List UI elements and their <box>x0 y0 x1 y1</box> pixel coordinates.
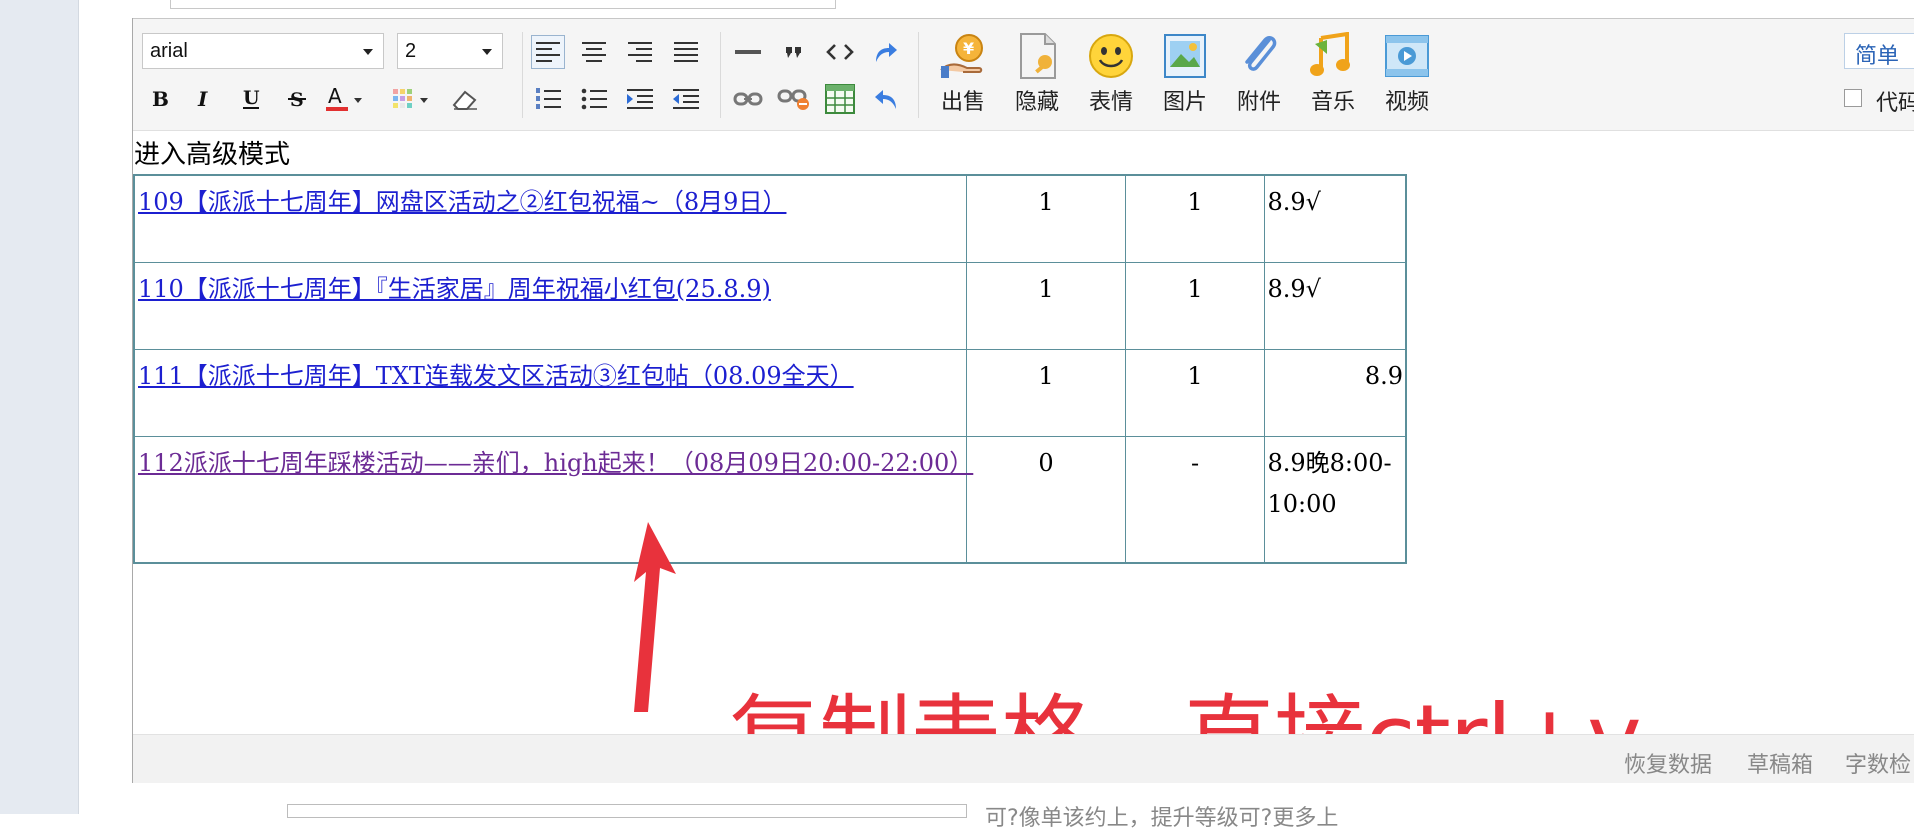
music-button[interactable]: 音乐 <box>1300 32 1366 122</box>
quote-icon[interactable] <box>777 35 811 69</box>
italic-icon[interactable]: I <box>188 82 222 116</box>
table-cell: 1 <box>1124 348 1265 437</box>
table-cell-title: 112派派十七周年踩楼活动——亲们，high起来！（08月09日20:00-22… <box>133 435 973 564</box>
table-row: 109【派派十七周年】网盘区活动之②红包祝福~（8月9日） 1 1 8.9√ <box>133 174 1407 263</box>
align-center-icon[interactable] <box>577 35 611 69</box>
table-row: 112派派十七周年踩楼活动——亲们，high起来！（08月09日20:00-22… <box>133 435 1407 564</box>
video-button[interactable]: 视频 <box>1374 32 1440 122</box>
title-input[interactable] <box>170 0 836 9</box>
hide-label: 隐藏 <box>1014 90 1059 115</box>
toolbar-separator <box>720 32 721 118</box>
table-cell: 8.9√ <box>1263 261 1407 350</box>
left-sidebar <box>0 0 78 814</box>
post-link[interactable]: 112派派十七周年踩楼活动——亲们，high起来！（08月09日20:00-22… <box>138 449 973 477</box>
table-cell: 1 <box>1124 174 1265 263</box>
table-row: 110【派派十七周年】『生活家居』周年祝福小红包(25.8.9) 1 1 8.9… <box>133 261 1407 350</box>
restore-data-link[interactable]: 恢复数据 <box>1624 747 1712 779</box>
advanced-mode-link[interactable]: 进入高级模式 <box>134 134 290 171</box>
music-label: 音乐 <box>1310 90 1355 115</box>
pasted-table: 109【派派十七周年】网盘区活动之②红包祝福~（8月9日） 1 1 8.9√ 1… <box>133 174 1407 564</box>
ordered-list-icon[interactable] <box>531 82 565 116</box>
text-color-icon[interactable]: A <box>322 82 368 116</box>
link-icon[interactable] <box>731 82 765 116</box>
svg-text:B: B <box>152 88 169 110</box>
eraser-icon[interactable] <box>448 82 482 116</box>
post-link[interactable]: 109【派派十七周年】网盘区活动之②红包祝福~（8月9日） <box>138 188 786 216</box>
font-family-value: arial <box>150 40 188 62</box>
horizontal-rule-icon[interactable] <box>731 35 765 69</box>
toolbar-separator <box>918 32 919 118</box>
table-cell: 1 <box>965 174 1126 263</box>
strikethrough-icon[interactable]: S <box>280 82 314 116</box>
image-button[interactable]: 图片 <box>1152 32 1218 122</box>
background-color-icon[interactable] <box>388 82 434 116</box>
table-cell-title: 109【派派十七周年】网盘区活动之②红包祝福~（8月9日） <box>133 174 967 263</box>
chevron-down-icon <box>363 49 373 55</box>
sell-button[interactable]: ¥ 出售 <box>930 32 996 122</box>
table-cell: 0 <box>965 435 1126 564</box>
emoji-button[interactable]: 表情 <box>1078 32 1144 122</box>
table-cell-title: 110【派派十七周年】『生活家居』周年祝福小红包(25.8.9) <box>133 261 967 350</box>
align-justify-icon[interactable] <box>669 35 703 69</box>
bottom-input[interactable] <box>287 804 967 818</box>
undo-icon[interactable] <box>869 82 903 116</box>
drafts-link[interactable]: 草稿箱 <box>1747 747 1813 779</box>
attachment-label: 附件 <box>1236 90 1281 115</box>
svg-text:¥: ¥ <box>963 39 974 58</box>
image-label: 图片 <box>1162 90 1207 115</box>
underline-icon[interactable]: U <box>234 82 268 116</box>
bold-icon[interactable]: B <box>142 82 176 116</box>
hide-icon <box>1013 32 1061 80</box>
emoji-label: 表情 <box>1088 90 1133 115</box>
post-link[interactable]: 110【派派十七周年】『生活家居』周年祝福小红包(25.8.9) <box>138 275 771 303</box>
toolbar-separator <box>522 32 523 118</box>
chevron-down-icon <box>482 49 492 55</box>
video-label: 视频 <box>1384 90 1429 115</box>
svg-text:U: U <box>243 87 260 109</box>
table-row: 111【派派十七周年】TXT连载发文区活动③红包帖（08.09全天） 1 1 8… <box>133 348 1407 437</box>
bottom-hint: 可?像单该约上，提升等级可?更多上 <box>985 806 1339 831</box>
table-cell: 8.9√ <box>1263 174 1407 263</box>
post-link[interactable]: 111【派派十七周年】TXT连载发文区活动③红包帖（08.09全天） <box>138 362 854 390</box>
table-cell: 1 <box>965 348 1126 437</box>
table-cell: - <box>1124 435 1265 564</box>
image-icon <box>1161 32 1209 80</box>
word-count-link[interactable]: 字数检 <box>1845 747 1911 779</box>
align-left-icon[interactable] <box>531 35 565 69</box>
video-icon <box>1383 32 1431 80</box>
simple-mode-button[interactable]: 简单 <box>1844 33 1914 69</box>
code-checkbox[interactable] <box>1844 89 1862 107</box>
annotation-arrow <box>600 520 700 724</box>
svg-text:I: I <box>197 88 208 110</box>
code-checkbox-label: 代码 <box>1876 91 1914 116</box>
svg-text:A: A <box>328 86 342 108</box>
font-size-value: 2 <box>405 40 417 62</box>
indent-icon[interactable] <box>623 82 657 116</box>
redo-icon[interactable] <box>869 35 903 69</box>
sell-label: 出售 <box>940 90 985 115</box>
code-icon[interactable] <box>823 35 857 69</box>
sell-icon: ¥ <box>939 32 987 80</box>
table-cell-title: 111【派派十七周年】TXT连载发文区活动③红包帖（08.09全天） <box>133 348 967 437</box>
table-icon[interactable] <box>823 82 857 116</box>
attachment-button[interactable]: 附件 <box>1226 32 1292 122</box>
editor-statusbar: 恢复数据 草稿箱 字数检 <box>133 734 1914 783</box>
table-cell: 8.9 <box>1263 348 1407 437</box>
outdent-icon[interactable] <box>669 82 703 116</box>
table-cell: 1 <box>965 261 1126 350</box>
unlink-icon[interactable] <box>777 82 811 116</box>
font-family-select[interactable]: arial <box>142 33 384 69</box>
music-icon <box>1309 32 1357 80</box>
attachment-icon <box>1235 32 1283 80</box>
font-size-select[interactable]: 2 <box>397 33 503 69</box>
table-cell: 1 <box>1124 261 1265 350</box>
simple-mode-label: 简单 <box>1855 44 1900 69</box>
emoji-icon <box>1087 32 1135 80</box>
align-right-icon[interactable] <box>623 35 657 69</box>
table-cell: 8.9晚8:00-10:00 <box>1263 435 1407 564</box>
unordered-list-icon[interactable] <box>577 82 611 116</box>
hide-button[interactable]: 隐藏 <box>1004 32 1070 122</box>
sidebar-divider <box>78 0 79 814</box>
